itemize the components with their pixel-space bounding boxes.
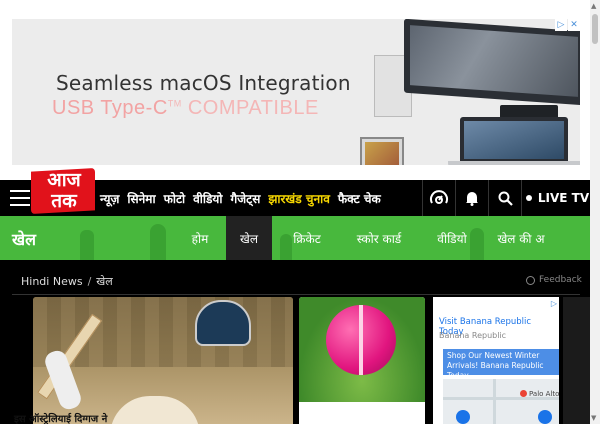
breadcrumb-current: खेल — [96, 275, 113, 288]
ad-tablet-image — [360, 137, 404, 165]
side-ad-brand: Banana Republic — [439, 331, 507, 340]
tab-cricket[interactable]: क्रिकेट — [272, 216, 342, 260]
scroll-up-icon[interactable]: ▲ — [591, 2, 596, 10]
nav-item-jharkhand-election[interactable]: झारखंड चुनाव — [268, 190, 330, 207]
logo-line1: आज — [47, 169, 81, 191]
feedback-link[interactable]: Feedback — [526, 275, 582, 285]
live-dot-icon — [525, 195, 532, 201]
side-ad-location: Palo Alto — [529, 390, 560, 398]
section-title: खेल — [12, 230, 36, 249]
section-tabs: होम खेल क्रिकेट स्कोर कार्ड वीडियो खेल क… — [174, 216, 554, 260]
top-ad-banner: Seamless macOS Integration USB Type-CTM … — [0, 0, 600, 180]
breadcrumb-home[interactable]: Hindi News — [21, 275, 83, 288]
nav-item-fact-check[interactable]: फैक्ट चेक — [338, 190, 381, 207]
call-icon[interactable] — [456, 410, 470, 424]
nav-item-photo[interactable]: फोटो — [164, 190, 186, 207]
ad-controls: ▷ ✕ — [554, 19, 580, 31]
nav-item-video[interactable]: वीडियो — [193, 190, 222, 207]
hamburger-menu-icon[interactable] — [10, 190, 30, 206]
nav-menu: न्यूज़ सिनेमा फोटो वीडियो गैजेट्स झारखंड… — [100, 180, 389, 216]
ad-creative[interactable]: Seamless macOS Integration USB Type-CTM … — [12, 19, 580, 165]
player-silhouette — [150, 224, 166, 260]
ad-info-icon[interactable]: ▷ — [551, 299, 557, 308]
close-icon[interactable]: ✕ — [568, 19, 580, 31]
ad-subtitle: USB Type-CTM COMPATIBLE — [52, 97, 319, 119]
player-silhouette — [80, 230, 94, 260]
live-tv-button[interactable]: LIVE TV — [521, 180, 593, 216]
divider — [12, 294, 580, 295]
side-ad-promo[interactable]: Shop Our Newest Winter Arrivals! Banana … — [443, 349, 559, 380]
nav-item-news[interactable]: न्यूज़ — [100, 190, 119, 207]
breadcrumb: Hindi News / खेल — [21, 274, 113, 289]
scroll-down-icon[interactable]: ▼ — [591, 414, 596, 422]
directions-icon[interactable] — [538, 410, 552, 424]
feedback-icon — [526, 275, 535, 285]
story-card-4[interactable] — [563, 297, 590, 424]
tab-home[interactable]: होम — [174, 216, 226, 260]
ad-laptop-base — [448, 161, 580, 165]
pink-ball-image — [326, 305, 396, 375]
feedback-label: Feedback — [539, 275, 582, 285]
tab-sports[interactable]: खेल — [226, 216, 272, 260]
ad-title: Seamless macOS Integration — [56, 71, 351, 95]
page-scrollbar[interactable]: ▲ ▼ — [590, 0, 600, 424]
section-bar: खेल होम खेल क्रिकेट स्कोर कार्ड वीडियो ख… — [0, 216, 590, 260]
search-icon[interactable] — [488, 180, 521, 216]
tab-scorecard[interactable]: स्कोर कार्ड — [342, 216, 416, 260]
side-ad-link[interactable]: Visit Banana Republic Today — [439, 317, 553, 337]
bell-icon[interactable] — [455, 180, 488, 216]
nav-item-gadgets[interactable]: गैजेट्स — [231, 190, 261, 207]
side-ad-card[interactable]: ▷ Visit Banana Republic Today Banana Rep… — [433, 297, 559, 424]
map-pin-icon — [520, 390, 527, 397]
nav-actions: LIVE TV — [422, 180, 593, 216]
ad-monitor-image — [404, 19, 580, 106]
tab-more[interactable]: खेल की अ — [488, 216, 554, 260]
cricket-helmet-image — [195, 300, 251, 346]
breadcrumb-separator: / — [87, 275, 92, 288]
ad-laptop-image — [460, 117, 568, 161]
story-title[interactable]: इस ऑस्ट्रेलियाई दिग्गज ने — [14, 411, 107, 424]
live-tv-label: LIVE TV — [537, 191, 590, 205]
podcast-icon[interactable] — [422, 180, 455, 216]
logo-line2: तक — [51, 190, 77, 212]
tab-video[interactable]: वीडियो — [416, 216, 488, 260]
nav-item-cinema[interactable]: सिनेमा — [127, 190, 155, 207]
info-icon[interactable]: ▷ — [555, 19, 567, 31]
aajtak-logo[interactable]: आज तक — [31, 168, 95, 214]
story-card-2[interactable] — [299, 297, 425, 424]
scroll-thumb[interactable] — [592, 14, 598, 44]
